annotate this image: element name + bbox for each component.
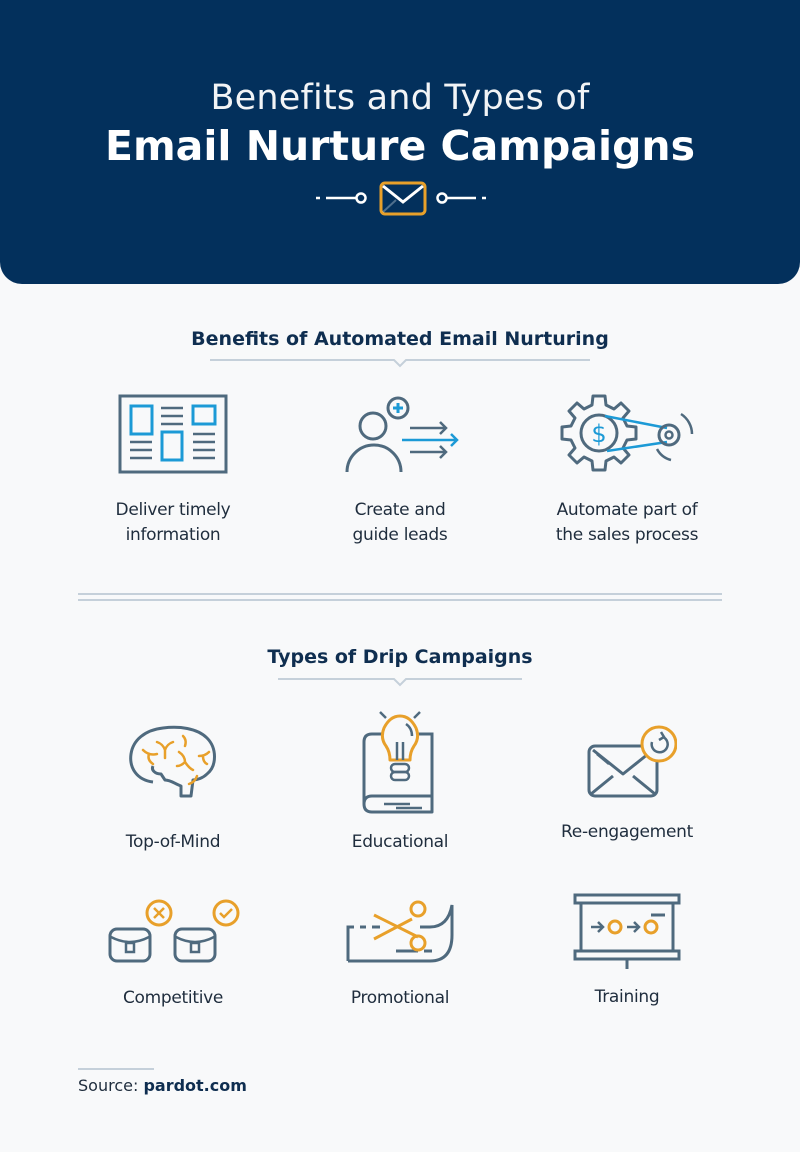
header-banner: Benefits and Types of Email Nurture Camp… <box>0 0 800 284</box>
envelope-refresh-icon <box>587 725 677 798</box>
type-item: Competitive <box>59 895 287 1011</box>
type-label: Re-engagement <box>561 822 693 842</box>
benefit-item: Create and guide leads <box>286 392 514 548</box>
benefit-label-line-1: Deliver timely <box>115 500 231 520</box>
source-link[interactable]: pardot.com <box>143 1076 246 1095</box>
add-user-arrows-icon <box>345 396 459 473</box>
benefit-label-line-2: guide leads <box>352 525 448 545</box>
heading-underline <box>278 678 522 687</box>
envelope-divider-icon <box>316 181 486 216</box>
benefit-label-line-2: information <box>125 525 221 545</box>
brain-icon <box>129 725 216 798</box>
benefit-label-line-1: Create and <box>354 500 446 520</box>
source-divider <box>78 1068 154 1070</box>
book-lightbulb-icon <box>362 711 434 814</box>
benefit-label-line-2: the sales process <box>555 525 699 545</box>
type-item: Training <box>513 891 741 1010</box>
coupon-scissors-icon <box>346 900 454 963</box>
type-label: Top-of-Mind <box>125 832 221 852</box>
svg-text:$: $ <box>591 420 606 448</box>
section-divider <box>78 593 722 601</box>
type-label: Promotional <box>350 988 450 1008</box>
benefit-item: Deliver timely information <box>59 392 287 548</box>
source-credit: Source: pardot.com <box>78 1076 247 1095</box>
type-label: Competitive <box>122 988 224 1008</box>
title-line-2: Email Nurture Campaigns <box>104 122 696 170</box>
benefit-item: $ Automate part of the sales process <box>513 392 741 548</box>
briefcases-compare-icon <box>108 899 240 963</box>
type-item: Educational <box>286 708 514 855</box>
type-item: Top-of-Mind <box>59 708 287 855</box>
type-label: Educational <box>351 832 449 852</box>
gear-dollar-icon: $ <box>560 394 694 472</box>
envelope-icon <box>379 181 427 216</box>
type-label: Training <box>594 987 660 1007</box>
type-item: Re-engagement <box>513 718 741 845</box>
benefit-label-line-1: Automate part of <box>556 500 698 520</box>
source-prefix: Source: <box>78 1076 139 1095</box>
type-item: Promotional <box>286 895 514 1011</box>
presentation-board-icon <box>573 893 681 969</box>
newsletter-layout-icon <box>118 394 228 474</box>
title-line-1: Benefits and Types of <box>210 78 590 118</box>
heading-underline <box>210 359 590 368</box>
types-heading: Types of Drip Campaigns <box>267 646 533 668</box>
benefits-heading: Benefits of Automated Email Nurturing <box>191 328 609 350</box>
